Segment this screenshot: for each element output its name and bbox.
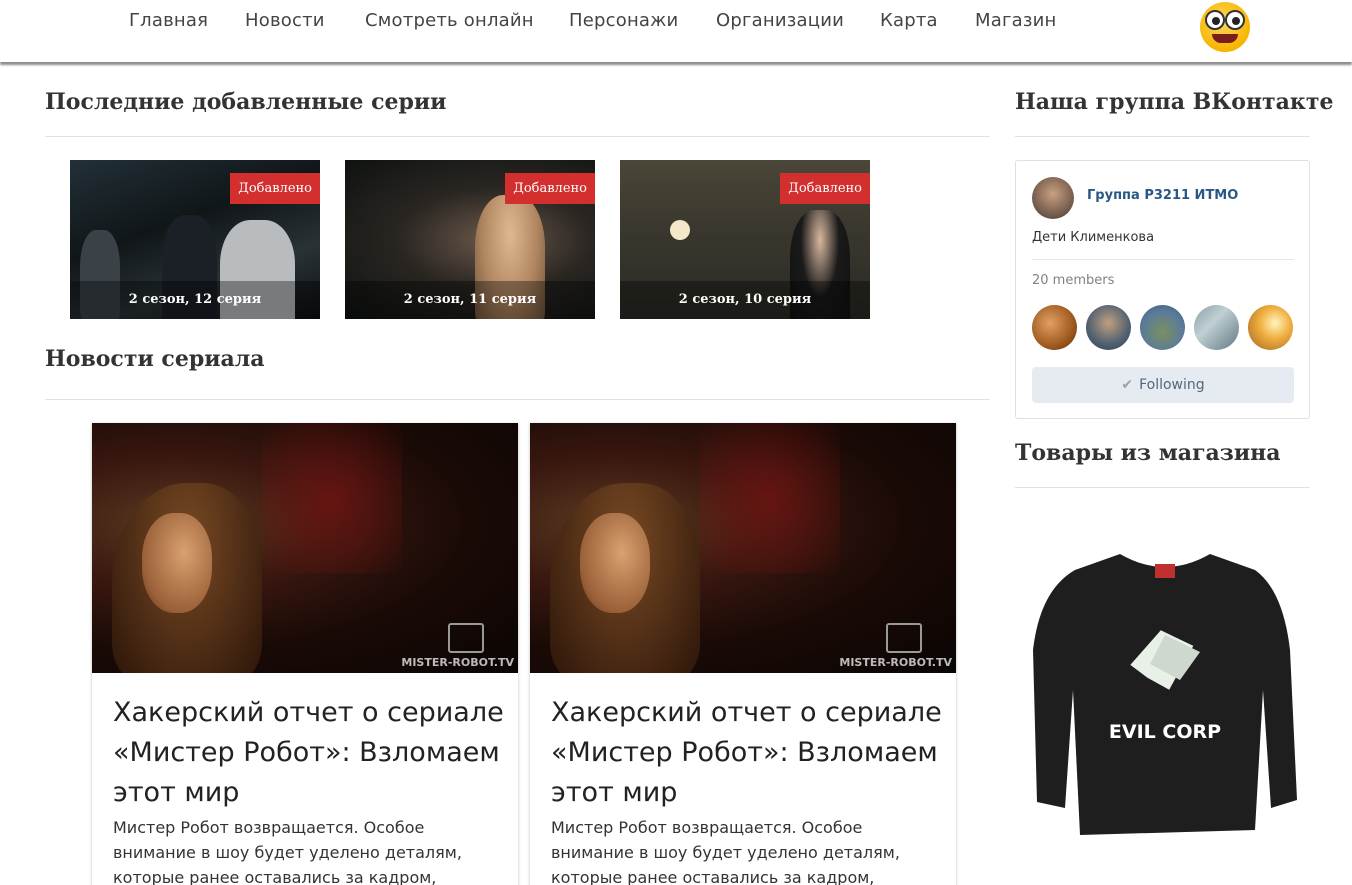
nav-organizations[interactable]: Организации bbox=[716, 10, 844, 31]
group-name-link[interactable]: Группа P3211 ИТМО bbox=[1087, 188, 1238, 203]
group-avatar[interactable] bbox=[1032, 177, 1074, 219]
nav-watch-online[interactable]: Смотреть онлайн bbox=[365, 10, 534, 31]
nav-news[interactable]: Новости bbox=[245, 10, 325, 31]
nav-home[interactable]: Главная bbox=[129, 10, 208, 31]
divider bbox=[1015, 136, 1310, 137]
nav-characters[interactable]: Персонажи bbox=[569, 10, 678, 31]
news-card[interactable]: MISTER-ROBOT.TV Хакерский отчет о сериал… bbox=[92, 423, 518, 885]
group-description: Дети Клименкова bbox=[1032, 230, 1155, 245]
watermark: MISTER-ROBOT.TV bbox=[401, 656, 514, 669]
shop-title: Товары из магазина bbox=[1015, 440, 1281, 466]
nav-map[interactable]: Карта bbox=[880, 10, 938, 31]
divider bbox=[1015, 487, 1310, 488]
film-icon bbox=[886, 623, 922, 653]
divider bbox=[1032, 259, 1294, 260]
added-badge: Добавлено bbox=[230, 173, 320, 204]
latest-episodes-title: Последние добавленные серии bbox=[45, 89, 447, 115]
vk-group-title: Наша группа ВКонтакте bbox=[1015, 89, 1334, 115]
following-label: Following bbox=[1139, 377, 1205, 393]
news-card[interactable]: MISTER-ROBOT.TV Хакерский отчет о сериал… bbox=[530, 423, 956, 885]
episode-caption: 2 сезон, 10 серия bbox=[620, 281, 870, 319]
member-avatar[interactable] bbox=[1032, 305, 1077, 350]
check-icon: ✔ bbox=[1121, 377, 1134, 393]
episode-card[interactable]: Добавлено 2 сезон, 12 серия bbox=[70, 160, 320, 319]
member-avatar[interactable] bbox=[1194, 305, 1239, 350]
film-icon bbox=[448, 623, 484, 653]
vk-widget: Группа P3211 ИТМО Дети Клименкова 20 mem… bbox=[1015, 160, 1310, 419]
nav-shop[interactable]: Магазин bbox=[975, 10, 1057, 31]
news-card-title[interactable]: Хакерский отчет о сериале «Мистер Робот»… bbox=[113, 693, 508, 813]
shop-product-sweater[interactable]: EVIL CORP bbox=[1015, 540, 1310, 845]
episode-card[interactable]: Добавлено 2 сезон, 11 серия bbox=[345, 160, 595, 319]
news-card-image[interactable]: MISTER-ROBOT.TV bbox=[530, 423, 956, 673]
member-avatar[interactable] bbox=[1248, 305, 1293, 350]
news-card-text: Мистер Робот возвращается. Особое вниман… bbox=[551, 818, 900, 885]
watermark: MISTER-ROBOT.TV bbox=[839, 656, 952, 669]
news-card-image[interactable]: MISTER-ROBOT.TV bbox=[92, 423, 518, 673]
members-count[interactable]: 20 members bbox=[1032, 273, 1114, 288]
top-navigation: Главная Новости Смотреть онлайн Персонаж… bbox=[0, 0, 1352, 62]
divider bbox=[45, 136, 990, 137]
news-card-title[interactable]: Хакерский отчет о сериале «Мистер Робот»… bbox=[551, 693, 946, 813]
member-avatar[interactable] bbox=[1086, 305, 1131, 350]
news-card-text: Мистер Робот возвращается. Особое вниман… bbox=[113, 818, 462, 885]
episode-caption: 2 сезон, 12 серия bbox=[70, 281, 320, 319]
product-print-text: EVIL CORP bbox=[1109, 721, 1221, 743]
episode-card[interactable]: Добавлено 2 сезон, 10 серия bbox=[620, 160, 870, 319]
crazy-eyes-emoji-icon[interactable] bbox=[1200, 2, 1250, 52]
added-badge: Добавлено bbox=[505, 173, 595, 204]
sweatshirt-image: EVIL CORP bbox=[1033, 554, 1297, 835]
news-title: Новости сериала bbox=[45, 346, 265, 372]
episode-caption: 2 сезон, 11 серия bbox=[345, 281, 595, 319]
divider bbox=[45, 399, 990, 400]
added-badge: Добавлено bbox=[780, 173, 870, 204]
following-button[interactable]: ✔ Following bbox=[1032, 367, 1294, 403]
member-avatar[interactable] bbox=[1140, 305, 1185, 350]
